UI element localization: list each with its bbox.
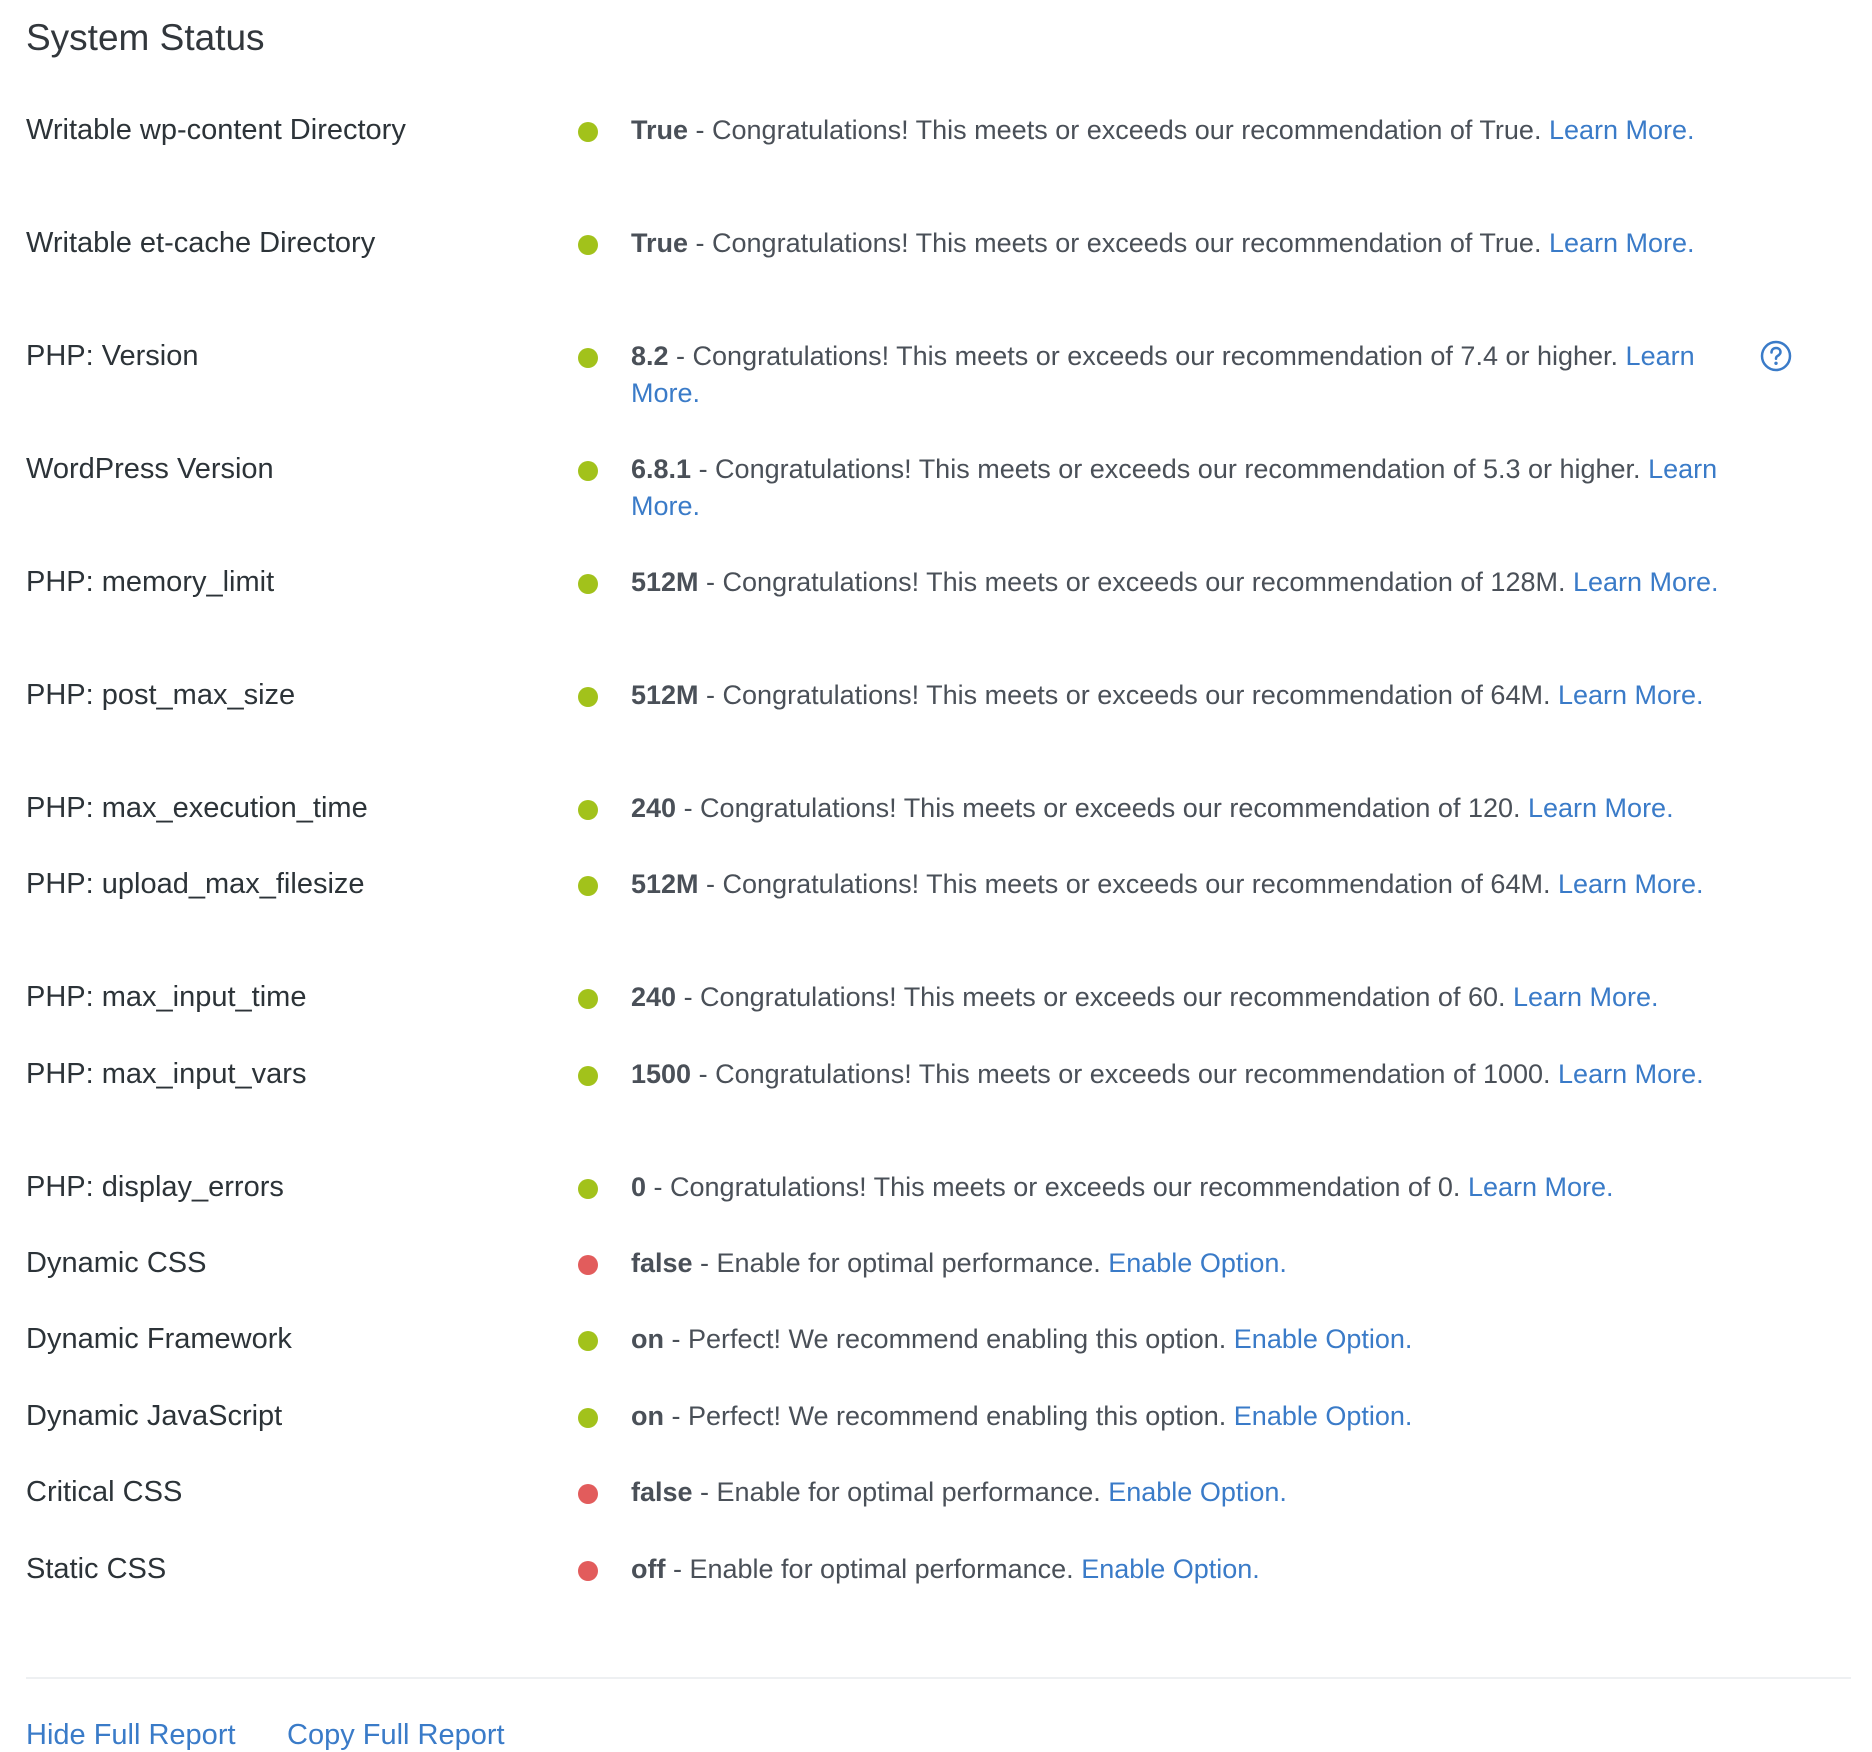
status-row-label: PHP: max_execution_time — [26, 792, 368, 824]
status-row-label: Dynamic JavaScript — [26, 1400, 283, 1432]
status-message: - Congratulations! This meets or exceeds… — [688, 228, 1549, 258]
enable-option-link[interactable]: Enable Option. — [1081, 1554, 1260, 1584]
status-value: 512M — [631, 680, 699, 710]
status-message: - Congratulations! This meets or exceeds… — [676, 793, 1528, 823]
status-value: 240 — [631, 982, 677, 1012]
status-row-label: PHP: upload_max_filesize — [26, 868, 365, 900]
status-row-label: Dynamic Framework — [26, 1323, 292, 1355]
status-value: false — [631, 1248, 693, 1278]
status-ok-dot-icon — [578, 1066, 598, 1086]
status-ok-dot-icon — [578, 989, 598, 1009]
status-ok-dot-icon — [578, 687, 598, 707]
status-ok-dot-icon — [578, 1408, 598, 1428]
status-row-description: 240 - Congratulations! This meets or exc… — [631, 979, 1725, 1016]
status-warning-dot-icon — [578, 1484, 598, 1504]
status-message: - Congratulations! This meets or exceeds… — [646, 1172, 1468, 1202]
hide-full-report-link[interactable]: Hide Full Report — [26, 1718, 236, 1752]
status-ok-dot-icon — [578, 800, 598, 820]
help-question-icon[interactable] — [1760, 340, 1792, 372]
status-row-label: PHP: memory_limit — [26, 566, 275, 598]
status-row-description: false - Enable for optimal performance. … — [631, 1474, 1725, 1511]
status-message: - Congratulations! This meets or exceeds… — [668, 341, 1626, 371]
enable-option-link[interactable]: Enable Option. — [1108, 1248, 1287, 1278]
status-message: - Congratulations! This meets or exceeds… — [691, 1059, 1559, 1089]
status-message: - Congratulations! This meets or exceeds… — [688, 115, 1549, 145]
status-ok-dot-icon — [578, 1179, 598, 1199]
status-value: True — [631, 115, 689, 145]
status-value: 6.8.1 — [631, 454, 692, 484]
divider — [26, 1677, 1851, 1679]
status-value: on — [631, 1324, 664, 1354]
status-message: - Enable for optimal performance. — [692, 1248, 1109, 1278]
status-row-label: PHP: Version — [26, 340, 199, 372]
status-row-label: Critical CSS — [26, 1476, 183, 1508]
learn-more-link[interactable]: Learn More. — [1558, 680, 1704, 710]
status-value: false — [631, 1477, 693, 1507]
enable-option-link[interactable]: Enable Option. — [1234, 1401, 1413, 1431]
status-value: 240 — [631, 793, 677, 823]
status-message: - Perfect! We recommend enabling this op… — [664, 1324, 1234, 1354]
status-ok-dot-icon — [578, 876, 598, 896]
status-message: - Congratulations! This meets or exceeds… — [698, 869, 1558, 899]
status-message: - Enable for optimal performance. — [692, 1477, 1109, 1507]
status-row-description: off - Enable for optimal performance. En… — [631, 1551, 1725, 1588]
learn-more-link[interactable]: Learn More. — [1528, 793, 1674, 823]
status-row-description: 8.2 - Congratulations! This meets or exc… — [631, 338, 1725, 412]
status-row-description: false - Enable for optimal performance. … — [631, 1245, 1725, 1282]
status-message: - Congratulations! This meets or exceeds… — [698, 567, 1573, 597]
status-message: - Congratulations! This meets or exceeds… — [676, 982, 1513, 1012]
status-row-description: 0 - Congratulations! This meets or excee… — [631, 1169, 1725, 1206]
status-value: 0 — [631, 1172, 647, 1202]
status-row-description: 512M - Congratulations! This meets or ex… — [631, 866, 1725, 903]
status-warning-dot-icon — [578, 1561, 598, 1581]
status-value: True — [631, 228, 689, 258]
status-row-label: Writable wp-content Directory — [26, 114, 406, 146]
status-ok-dot-icon — [578, 235, 598, 255]
status-row-description: on - Perfect! We recommend enabling this… — [631, 1398, 1725, 1435]
status-row-description: 512M - Congratulations! This meets or ex… — [631, 564, 1725, 601]
status-value: 1500 — [631, 1059, 692, 1089]
status-value: 8.2 — [631, 341, 669, 371]
status-row-description: 240 - Congratulations! This meets or exc… — [631, 790, 1725, 827]
learn-more-link[interactable]: Learn More. — [1558, 1059, 1704, 1089]
status-ok-dot-icon — [578, 461, 598, 481]
status-row-label: Writable et-cache Directory — [26, 227, 376, 259]
learn-more-link[interactable]: Learn More. — [1558, 869, 1704, 899]
status-message: - Enable for optimal performance. — [665, 1554, 1082, 1584]
status-value: off — [631, 1554, 666, 1584]
status-message: - Congratulations! This meets or exceeds… — [691, 454, 1649, 484]
copy-full-report-link[interactable]: Copy Full Report — [287, 1718, 505, 1752]
status-ok-dot-icon — [578, 1331, 598, 1351]
status-row-description: True - Congratulations! This meets or ex… — [631, 225, 1725, 262]
status-row-label: PHP: max_input_time — [26, 981, 307, 1013]
status-ok-dot-icon — [578, 574, 598, 594]
learn-more-link[interactable]: Learn More. — [1468, 1172, 1614, 1202]
status-row-description: 512M - Congratulations! This meets or ex… — [631, 677, 1725, 714]
status-row-label: PHP: max_input_vars — [26, 1058, 307, 1090]
enable-option-link[interactable]: Enable Option. — [1234, 1324, 1413, 1354]
status-ok-dot-icon — [578, 122, 598, 142]
learn-more-link[interactable]: Learn More. — [1549, 115, 1695, 145]
status-row-label: Dynamic CSS — [26, 1247, 207, 1279]
status-value: on — [631, 1401, 664, 1431]
status-warning-dot-icon — [578, 1255, 598, 1275]
learn-more-link[interactable]: Learn More. — [1549, 228, 1695, 258]
status-value: 512M — [631, 869, 699, 899]
status-ok-dot-icon — [578, 348, 598, 368]
status-row-label: PHP: post_max_size — [26, 679, 296, 711]
status-row-description: 1500 - Congratulations! This meets or ex… — [631, 1056, 1725, 1093]
status-row-description: 6.8.1 - Congratulations! This meets or e… — [631, 451, 1725, 525]
status-row-description: on - Perfect! We recommend enabling this… — [631, 1321, 1725, 1358]
status-message: - Perfect! We recommend enabling this op… — [664, 1401, 1234, 1431]
learn-more-link[interactable]: Learn More. — [1513, 982, 1659, 1012]
enable-option-link[interactable]: Enable Option. — [1108, 1477, 1287, 1507]
learn-more-link[interactable]: Learn More. — [1573, 567, 1719, 597]
page-title: System Status — [26, 17, 265, 58]
status-row-label: PHP: display_errors — [26, 1171, 284, 1203]
status-value: 512M — [631, 567, 699, 597]
status-row-label: WordPress Version — [26, 453, 274, 485]
status-message: - Congratulations! This meets or exceeds… — [698, 680, 1558, 710]
status-row-label: Static CSS — [26, 1553, 167, 1585]
status-row-description: True - Congratulations! This meets or ex… — [631, 112, 1725, 149]
